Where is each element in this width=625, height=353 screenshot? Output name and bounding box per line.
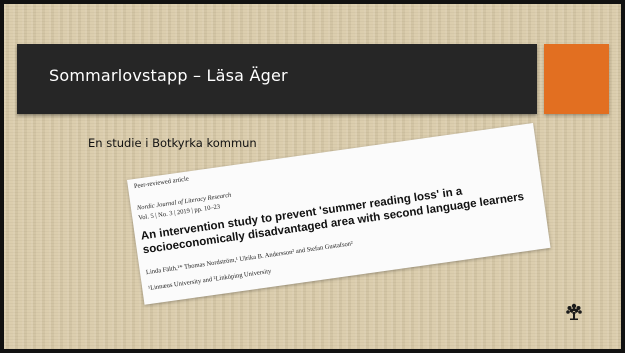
slide-subtitle: En studie i Botkyrka kommun <box>88 136 257 150</box>
accent-block <box>544 44 609 114</box>
slide-title: Sommarlovstapp – Läsa Äger <box>49 66 288 85</box>
title-bar: Sommarlovstapp – Läsa Äger <box>17 44 537 114</box>
tree-icon <box>566 303 582 320</box>
slide: Sommarlovstapp – Läsa Äger En studie i B… <box>4 4 621 349</box>
article-clipping: Peer-reviewed article Nordic Journal of … <box>127 122 551 305</box>
article-tag: Peer-reviewed article <box>133 175 190 191</box>
